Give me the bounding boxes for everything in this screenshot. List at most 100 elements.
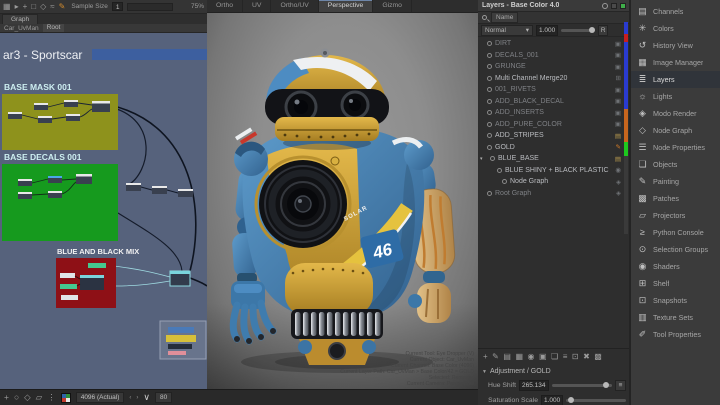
palette-tab-node-properties[interactable]: ☰Node Properties	[631, 139, 720, 156]
folder-icon[interactable]: ▤	[615, 155, 621, 163]
layer-row[interactable]: GRUNGE▣	[478, 61, 623, 73]
dots-icon[interactable]: ⋮	[47, 393, 56, 402]
circle-select-icon[interactable]: ○	[14, 393, 19, 402]
saturation-value[interactable]: 1.000	[541, 395, 563, 405]
palette-tab-layers[interactable]: ≣Layers	[631, 71, 720, 88]
palette-tab-modo-render[interactable]: ◈Modo Render	[631, 105, 720, 122]
adjustment-section-header[interactable]: ▼ Adjustment / GOLD	[478, 366, 630, 377]
visibility-eye-icon[interactable]	[497, 168, 502, 173]
visibility-eye-icon[interactable]	[487, 99, 492, 104]
tab-ortho-uv[interactable]: Ortho/UV	[271, 0, 318, 12]
palette-tab-colors[interactable]: ✳Colors	[631, 20, 720, 37]
palette-tab-objects[interactable]: ❏Objects	[631, 156, 720, 173]
visibility-eye-icon[interactable]	[487, 64, 492, 69]
layer-cache-icon[interactable]: ▣	[615, 97, 621, 105]
node-graph-layer-icon[interactable]: ◈	[616, 178, 621, 186]
node-graph-layer-icon[interactable]: ◈	[616, 189, 621, 197]
add-procedural-icon[interactable]: ▤	[503, 353, 511, 361]
diamond-icon[interactable]: ◇	[24, 393, 31, 402]
pin-palette-icon[interactable]	[602, 3, 608, 9]
visibility-eye-icon[interactable]	[502, 179, 507, 184]
merge-nodes[interactable]	[126, 183, 193, 197]
visibility-eye-icon[interactable]	[487, 110, 492, 115]
layer-row[interactable]: BLUE SHINY + BLACK PLASTIC◉	[478, 165, 623, 177]
tab-graph[interactable]: Graph	[2, 14, 38, 24]
node-graph-minimap[interactable]	[160, 321, 206, 359]
wave-icon[interactable]: ≈	[50, 3, 54, 11]
resolution-decrease-button[interactable]: ‹	[129, 395, 131, 401]
visibility-eye-icon[interactable]	[487, 87, 492, 92]
group-layers-icon[interactable]: ❏	[551, 353, 558, 361]
filter-mode-dropdown[interactable]: Name	[491, 12, 518, 23]
visibility-eye-icon[interactable]	[487, 191, 492, 196]
layer-row[interactable]: ADD_INSERTS▣	[478, 107, 623, 119]
layer-opacity-slider[interactable]	[561, 29, 595, 32]
node-icon[interactable]: ◇	[40, 3, 46, 11]
layer-cache-icon[interactable]: ▣	[615, 86, 621, 94]
hue-shift-slider[interactable]	[552, 384, 613, 387]
palette-tab-history-view[interactable]: ↺History View	[631, 37, 720, 54]
layer-cache-icon[interactable]: ▣	[615, 120, 621, 128]
palette-tab-lights[interactable]: ☼Lights	[631, 88, 720, 105]
tab-perspective[interactable]: Perspective	[319, 0, 374, 12]
palette-tab-painting[interactable]: ✎Painting	[631, 173, 720, 190]
add-adjustment-icon[interactable]: ◉	[528, 353, 535, 361]
remove-layer-icon[interactable]: ✖	[583, 353, 590, 361]
paint-layer-icon[interactable]: ✎	[616, 143, 621, 151]
resolution-dropdown[interactable]: 4096 (Actual)	[76, 392, 125, 403]
visibility-eye-icon[interactable]	[487, 41, 492, 46]
layer-row-group[interactable]: ▾BLUE_BASE▤	[478, 153, 623, 165]
tab-gizmo[interactable]: Gizmo	[373, 0, 412, 12]
add-paint-layer-icon[interactable]: ✎	[492, 353, 499, 361]
palette-tab-patches[interactable]: ▩Patches	[631, 190, 720, 207]
close-palette-icon[interactable]	[620, 3, 626, 9]
expand-caret-icon[interactable]: ▾	[480, 156, 487, 162]
lock-layer-icon[interactable]: ▩	[594, 353, 602, 361]
color-swatch[interactable]	[61, 393, 71, 403]
saturation-slider[interactable]	[566, 399, 626, 402]
node-graph-canvas[interactable]: ar3 - Sportscar BASE MASK 001	[0, 33, 207, 389]
multi-channel-icon[interactable]: ⊞	[616, 74, 621, 82]
layer-row[interactable]: DECALS_001▣	[478, 50, 623, 62]
layer-row[interactable]: ADD_PURE_COLOR▣	[478, 119, 623, 131]
layer-row[interactable]: ADD_STRIPES▤	[478, 130, 623, 142]
palette-tab-python-console[interactable]: ≥Python Console	[631, 224, 720, 241]
layer-row[interactable]: Root Graph◈	[478, 188, 623, 200]
visibility-eye-icon[interactable]	[487, 145, 492, 150]
palette-tab-texture-sets[interactable]: ▥Texture Sets	[631, 309, 720, 326]
palette-tab-projectors[interactable]: ▱Projectors	[631, 207, 720, 224]
palette-tab-tool-properties[interactable]: ✐Tool Properties	[631, 326, 720, 343]
detach-palette-icon[interactable]	[611, 3, 617, 9]
visibility-eye-icon[interactable]	[490, 156, 495, 161]
layer-cache-icon[interactable]: ▣	[615, 109, 621, 117]
brush-size-value[interactable]: 80	[155, 392, 172, 403]
stylus-pressure-icon[interactable]: ∨	[143, 392, 150, 403]
visibility-eye-icon[interactable]	[487, 76, 492, 81]
breadcrumb-object[interactable]: Car_UvMan	[4, 25, 39, 32]
quad-icon[interactable]: ▱	[36, 393, 43, 402]
grid-icon[interactable]: ▦	[3, 3, 11, 11]
palette-tab-image-manager[interactable]: ▦Image Manager	[631, 54, 720, 71]
resolution-increase-button[interactable]: ›	[136, 395, 138, 401]
shader-sphere-icon[interactable]: ◉	[615, 166, 621, 174]
palette-tab-shaders[interactable]: ◉Shaders	[631, 258, 720, 275]
toolbar-input-field[interactable]	[127, 3, 173, 11]
palette-tab-snapshots[interactable]: ⊡Snapshots	[631, 292, 720, 309]
merge-layers-icon[interactable]: ≡	[563, 353, 568, 361]
layer-cache-icon[interactable]: ▣	[615, 63, 621, 71]
frame-base-decals[interactable]	[2, 164, 118, 241]
visibility-eye-icon[interactable]	[487, 133, 492, 138]
layer-row[interactable]: Multi Channel Merge20⊞	[478, 73, 623, 85]
marquee-icon[interactable]: □	[31, 3, 36, 11]
palette-tab-channels[interactable]: ▤Channels	[631, 3, 720, 20]
layer-row[interactable]: Node Graph◈	[478, 176, 623, 188]
palette-tab-selection-groups[interactable]: ⊙Selection Groups	[631, 241, 720, 258]
tab-ortho[interactable]: Ortho	[207, 0, 243, 12]
layer-row[interactable]: 001_RIVETS▣	[478, 84, 623, 96]
layer-row-gold[interactable]: GOLD✎	[478, 142, 623, 154]
selected-node[interactable]	[170, 271, 190, 286]
layer-row[interactable]: DIRT▣	[478, 38, 623, 50]
sync-button[interactable]: R	[598, 25, 608, 36]
layer-tag-scrollbar[interactable]	[624, 22, 628, 234]
tab-uv[interactable]: UV	[243, 0, 271, 12]
